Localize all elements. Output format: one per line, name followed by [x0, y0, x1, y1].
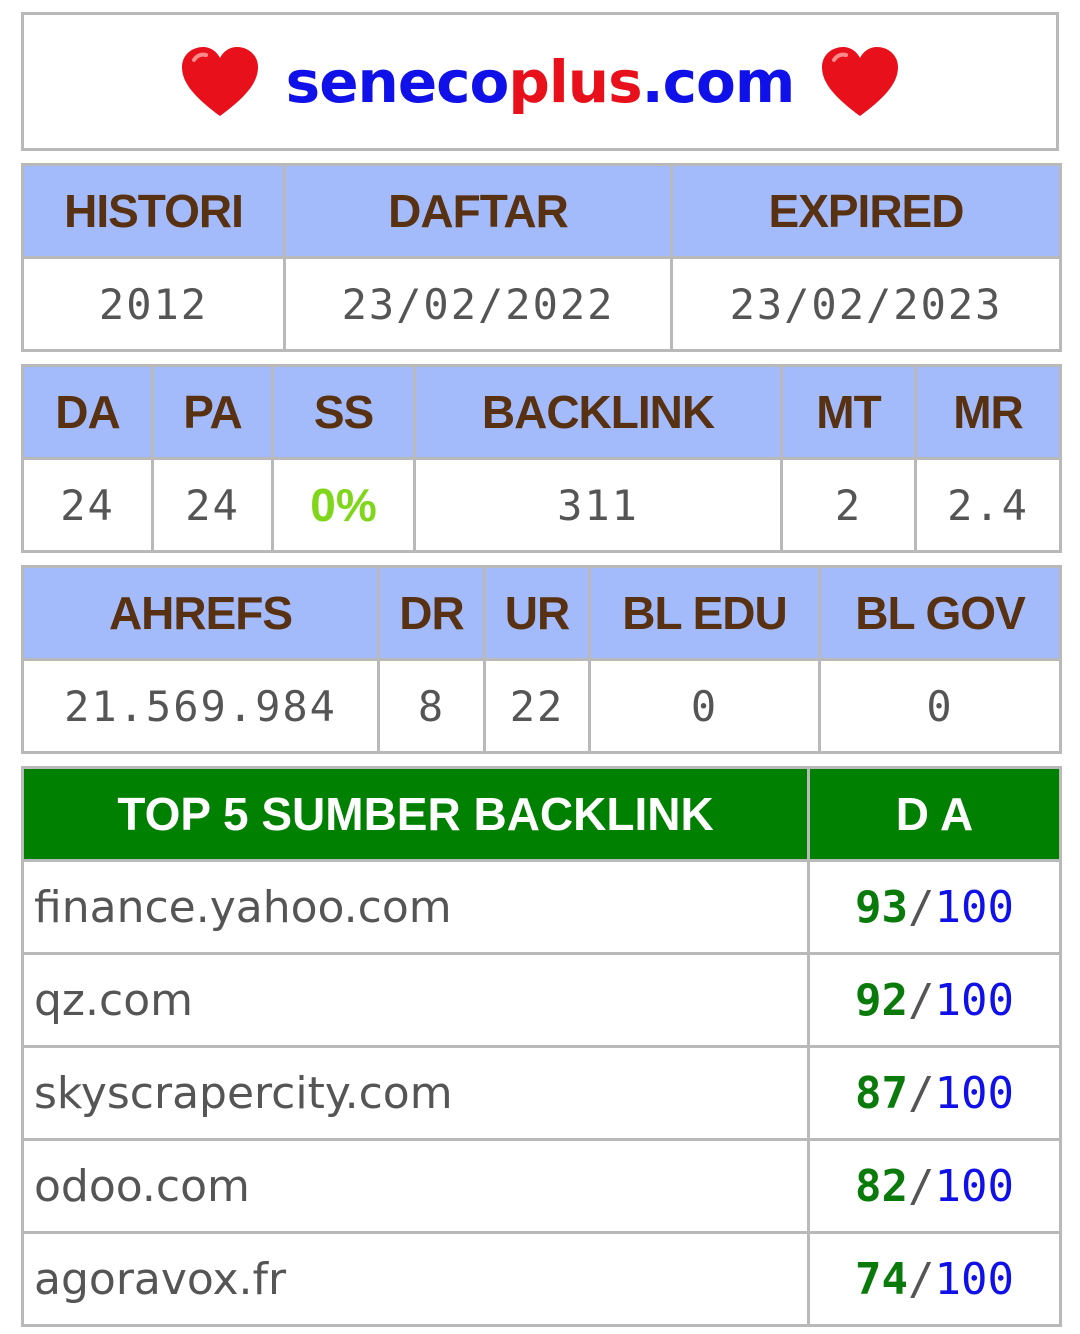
backlink-da: 92/100	[807, 952, 1062, 1048]
value-bl-gov: 0	[818, 658, 1062, 754]
header-ahrefs: AHREFS	[21, 565, 380, 661]
ahrefs-value-row: 21.569.984 8 22 0 0	[21, 658, 1062, 754]
backlink-site[interactable]: agoravox.fr	[21, 1231, 810, 1327]
site-name-part2: plus	[508, 47, 642, 116]
header-dr: DR	[377, 565, 486, 661]
backlink-site[interactable]: odoo.com	[21, 1138, 810, 1234]
site-title-box: senecoplus.com	[21, 12, 1059, 151]
value-mt: 2	[780, 457, 917, 553]
backlink-da: 82/100	[807, 1138, 1062, 1234]
da-separator: /	[908, 974, 935, 1026]
header-bl-edu: BL EDU	[588, 565, 821, 661]
table-row: agoravox.fr 74/100	[21, 1231, 1062, 1327]
value-backlink: 311	[413, 457, 783, 553]
da-score: 93	[855, 881, 908, 933]
backlink-da: 93/100	[807, 859, 1062, 955]
site-name-part3: .com	[641, 47, 796, 116]
da-separator: /	[908, 1253, 935, 1305]
moz-header-row: DA PA SS BACKLINK MT MR	[21, 364, 1062, 460]
value-dr: 8	[377, 658, 486, 754]
header-pa: PA	[151, 364, 274, 460]
da-score: 92	[855, 974, 908, 1026]
da-score: 87	[855, 1067, 908, 1119]
da-max: 100	[934, 1253, 1014, 1305]
da-max: 100	[934, 1160, 1014, 1212]
backlinks-table: TOP 5 SUMBER BACKLINK D A finance.yahoo.…	[21, 766, 1062, 1327]
da-max: 100	[934, 881, 1014, 933]
header-backlink: BACKLINK	[413, 364, 783, 460]
table-row: odoo.com 82/100	[21, 1138, 1062, 1234]
backlink-site[interactable]: qz.com	[21, 952, 810, 1048]
moz-table: DA PA SS BACKLINK MT MR 24 24 0% 311 2 2…	[21, 364, 1062, 553]
backlink-site[interactable]: skyscrapercity.com	[21, 1045, 810, 1141]
da-separator: /	[908, 1067, 935, 1119]
table-row: qz.com 92/100	[21, 952, 1062, 1048]
domain-info-header-row: HISTORI DAFTAR EXPIRED	[21, 163, 1062, 259]
table-row: finance.yahoo.com 93/100	[21, 859, 1062, 955]
heart-icon	[822, 46, 899, 116]
header-mt: MT	[780, 364, 917, 460]
site-name-part1: seneco	[285, 47, 510, 116]
header-bl-gov: BL GOV	[818, 565, 1062, 661]
heart-icon	[181, 46, 258, 116]
ahrefs-table-wrap: AHREFS DR UR BL EDU BL GOV 21.569.984 8 …	[21, 565, 1062, 754]
domain-info-table: HISTORI DAFTAR EXPIRED 2012 23/02/2022 2…	[21, 163, 1062, 352]
table-row: skyscrapercity.com 87/100	[21, 1045, 1062, 1141]
backlinks-table-wrap: TOP 5 SUMBER BACKLINK D A finance.yahoo.…	[21, 766, 1062, 1327]
da-max: 100	[934, 974, 1014, 1026]
header-ur: UR	[483, 565, 591, 661]
value-bl-edu: 0	[588, 658, 821, 754]
value-daftar: 23/02/2022	[283, 256, 673, 352]
ahrefs-header-row: AHREFS DR UR BL EDU BL GOV	[21, 565, 1062, 661]
value-mr: 2.4	[914, 457, 1062, 553]
value-ss: 0%	[271, 457, 416, 553]
da-separator: /	[908, 1160, 935, 1212]
backlink-site[interactable]: finance.yahoo.com	[21, 859, 810, 955]
header-histori: HISTORI	[21, 163, 286, 259]
moz-value-row: 24 24 0% 311 2 2.4	[21, 457, 1062, 553]
da-score: 74	[855, 1253, 908, 1305]
domain-info-table-wrap: HISTORI DAFTAR EXPIRED 2012 23/02/2022 2…	[21, 163, 1062, 352]
domain-info-value-row: 2012 23/02/2022 23/02/2023	[21, 256, 1062, 352]
da-separator: /	[908, 881, 935, 933]
moz-table-wrap: DA PA SS BACKLINK MT MR 24 24 0% 311 2 2…	[21, 364, 1062, 553]
header-mr: MR	[914, 364, 1062, 460]
value-pa: 24	[151, 457, 274, 553]
value-histori: 2012	[21, 256, 286, 352]
da-score: 82	[855, 1160, 908, 1212]
value-ur: 22	[483, 658, 591, 754]
value-ahrefs: 21.569.984	[21, 658, 380, 754]
header-da-score: D A	[807, 766, 1062, 862]
value-da: 24	[21, 457, 154, 553]
header-da: DA	[21, 364, 154, 460]
value-expired: 23/02/2023	[670, 256, 1062, 352]
backlink-da: 74/100	[807, 1231, 1062, 1327]
ahrefs-table: AHREFS DR UR BL EDU BL GOV 21.569.984 8 …	[21, 565, 1062, 754]
header-expired: EXPIRED	[670, 163, 1062, 259]
header-ss: SS	[271, 364, 416, 460]
site-name[interactable]: senecoplus.com	[285, 47, 796, 116]
header-daftar: DAFTAR	[283, 163, 673, 259]
da-max: 100	[934, 1067, 1014, 1119]
backlink-da: 87/100	[807, 1045, 1062, 1141]
backlinks-header-row: TOP 5 SUMBER BACKLINK D A	[21, 766, 1062, 862]
header-top5-backlink: TOP 5 SUMBER BACKLINK	[21, 766, 810, 862]
